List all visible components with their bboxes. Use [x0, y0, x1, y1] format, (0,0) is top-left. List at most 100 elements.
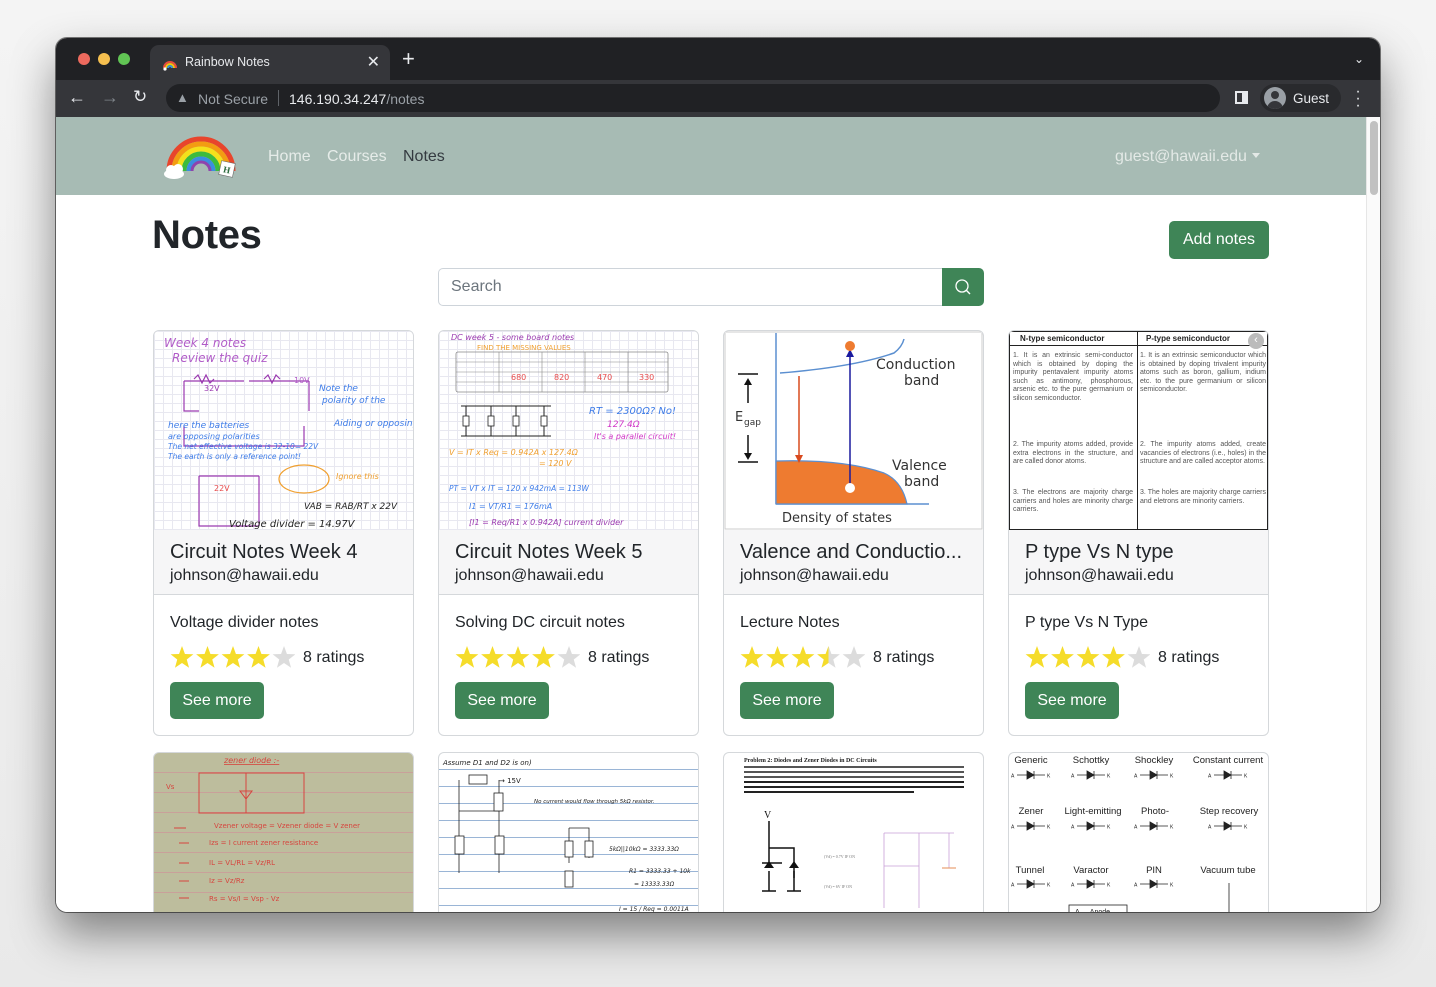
handwritten-notes-image: Week 4 notes Review the quiz 32V 10V Not…: [164, 336, 413, 530]
n-type-header: N-type semiconductor: [1020, 334, 1105, 343]
url-path: /notes: [386, 91, 425, 107]
note-card: N-type semiconductor P-type semiconducto…: [1008, 330, 1269, 736]
svg-text:(Vd) = 0.7V IF ON: (Vd) = 0.7V IF ON: [824, 854, 855, 859]
svg-text:10V: 10V: [294, 376, 310, 385]
stars: [740, 645, 865, 671]
zener-notes-image[interactable]: zener diode :- Vs Vzener voltage = Vzene…: [154, 753, 413, 912]
browser-toolbar: ← → ↻ ▲ Not Secure 146.190.34.247/notes …: [56, 80, 1380, 117]
conduction-label: Conduction: [876, 357, 956, 373]
problem-sheet-image[interactable]: Problem 2: Diodes and Zener Diodes in DC…: [724, 753, 983, 912]
svg-text:A: A: [1011, 774, 1015, 780]
stars: [1025, 645, 1150, 671]
scrollbar-thumb[interactable]: [1370, 121, 1378, 195]
thumb-text: V = IT x Req = 0.942A x 127.4Ω: [449, 448, 579, 457]
omnibox-separator: [278, 90, 279, 106]
note-card: Week 4 notes Review the quiz 32V 10V Not…: [153, 330, 414, 736]
forward-arrow-icon[interactable]: →: [101, 87, 119, 107]
rating-count: 8 ratings: [873, 649, 935, 666]
svg-text:Ignore this: Ignore this: [336, 472, 379, 481]
svg-text:K: K: [1107, 774, 1111, 780]
note-card: zener diode :- Vs Vzener voltage = Vzene…: [153, 752, 414, 912]
close-window-button[interactable]: [78, 53, 90, 65]
svg-text:A: A: [1011, 883, 1015, 889]
url-text[interactable]: 146.190.34.247/notes: [289, 91, 424, 107]
profile-button[interactable]: Guest: [1260, 84, 1341, 112]
user-dropdown[interactable]: guest@hawaii.edu: [1115, 148, 1260, 166]
card-title[interactable]: Circuit Notes Week 5: [455, 540, 682, 564]
thumb-text: It's a parallel circuit!: [594, 432, 676, 441]
diode-symbols-image[interactable]: Generic Schottky Shockley Constant curre…: [1009, 753, 1268, 912]
diode-symbol-icon: AK: [1208, 770, 1248, 780]
note-thumbnail[interactable]: Conduction band Valence band E gap Densi…: [724, 331, 983, 530]
profile-label: Guest: [1293, 91, 1330, 106]
nav-link-notes[interactable]: Notes: [403, 148, 445, 166]
new-tab-button[interactable]: +: [402, 48, 415, 70]
axis-label: Density of states: [782, 511, 892, 526]
minimize-window-button[interactable]: [98, 53, 110, 65]
side-panel-icon[interactable]: [1235, 91, 1248, 104]
star-filled-icon: [740, 646, 764, 668]
star-filled-icon: [455, 646, 479, 668]
desktop-background: Rainbow Notes ✕ + ⌄ ← → ↻ ▲ Not Secure 1…: [0, 0, 1436, 987]
browser-tab[interactable]: Rainbow Notes ✕: [150, 45, 390, 80]
diode-symbol-icon: AK: [1071, 879, 1111, 889]
see-more-button[interactable]: See more: [455, 682, 549, 719]
valence-label: band: [904, 474, 939, 490]
card-title[interactable]: P type Vs N type: [1025, 540, 1252, 564]
search-button[interactable]: [942, 268, 984, 306]
warning-triangle-icon[interactable]: ▲: [176, 90, 189, 105]
note-thumbnail[interactable]: N-type semiconductor P-type semiconducto…: [1009, 331, 1268, 530]
svg-text:Vs: Vs: [166, 783, 175, 791]
tab-title: Rainbow Notes: [185, 55, 270, 69]
svg-text:A: A: [1208, 825, 1212, 831]
rating-count: 8 ratings: [303, 649, 365, 666]
svg-text:820: 820: [554, 373, 569, 382]
diode-symbol-icon: AK: [1134, 821, 1174, 831]
note-thumbnail[interactable]: DC week 5 - some board notes FIND THE MI…: [439, 331, 698, 530]
svg-text:Rs = Vs/I = Vsp - Vz: Rs = Vs/I = Vsp - Vz: [209, 895, 280, 903]
note-thumbnail[interactable]: Week 4 notes Review the quiz 32V 10V Not…: [154, 331, 413, 530]
star-filled-icon: [532, 646, 555, 668]
search-icon: [955, 279, 971, 295]
thumb-text: Voltage divider = 14.97V: [229, 519, 356, 530]
svg-text:Iz = Vz/Rz: Iz = Vz/Rz: [209, 877, 245, 885]
thumb-text: The earth is only a reference point!: [168, 452, 301, 461]
back-arrow-icon[interactable]: ←: [68, 87, 86, 107]
card-owner: johnson@hawaii.edu: [170, 567, 319, 584]
svg-text:(Vd) = 6V IF ON: (Vd) = 6V IF ON: [824, 884, 852, 889]
svg-text:5kΩ||10kΩ = 3333.33Ω: 5kΩ||10kΩ = 3333.33Ω: [609, 846, 679, 853]
close-tab-icon[interactable]: ✕: [367, 52, 380, 72]
security-label[interactable]: Not Secure: [198, 91, 268, 107]
card-description: Solving DC circuit notes: [455, 614, 625, 631]
note-card: Generic Schottky Shockley Constant curre…: [1008, 752, 1269, 912]
star-filled-icon: [196, 646, 219, 668]
svg-text:I1 = VT/R1 = 176mA: I1 = VT/R1 = 176mA: [469, 502, 552, 511]
egap-sub: gap: [744, 418, 761, 428]
reload-icon[interactable]: ↻: [133, 87, 147, 107]
svg-text:330: 330: [639, 373, 654, 382]
maximize-window-button[interactable]: [118, 53, 130, 65]
nav-link-courses[interactable]: Courses: [327, 148, 387, 166]
circuit-notes-image[interactable]: Assume D1 and D2 is on) → 15V No current…: [439, 753, 698, 912]
browser-menu-icon[interactable]: · · ·: [1354, 84, 1362, 114]
see-more-button[interactable]: See more: [740, 682, 834, 719]
diode-label: Varactor: [1073, 865, 1108, 876]
card-title[interactable]: Circuit Notes Week 4: [170, 540, 397, 564]
tab-search-chevron-icon[interactable]: ⌄: [1354, 52, 1364, 66]
see-more-button[interactable]: See more: [170, 682, 264, 719]
page-scrollbar[interactable]: [1366, 117, 1380, 912]
address-bar[interactable]: ▲ Not Secure 146.190.34.247/notes: [166, 84, 1220, 112]
rainbow-logo[interactable]: H: [161, 129, 241, 181]
search-input[interactable]: [438, 268, 943, 306]
caret-down-icon: [1251, 153, 1260, 158]
thumb-text: No current would flow through 5kΩ resist…: [534, 799, 655, 805]
diode-symbol-icon: AK: [1011, 770, 1051, 780]
nav-link-home[interactable]: Home: [268, 148, 311, 166]
star-filled-icon: [247, 646, 270, 668]
add-notes-button[interactable]: Add notes: [1169, 221, 1269, 259]
card-title[interactable]: Valence and Conductio...: [740, 540, 967, 564]
svg-text:K: K: [1244, 825, 1248, 831]
chevron-left-icon[interactable]: ‹: [1248, 333, 1264, 349]
diode-symbol-icon: AK: [1011, 821, 1051, 831]
see-more-button[interactable]: See more: [1025, 682, 1119, 719]
